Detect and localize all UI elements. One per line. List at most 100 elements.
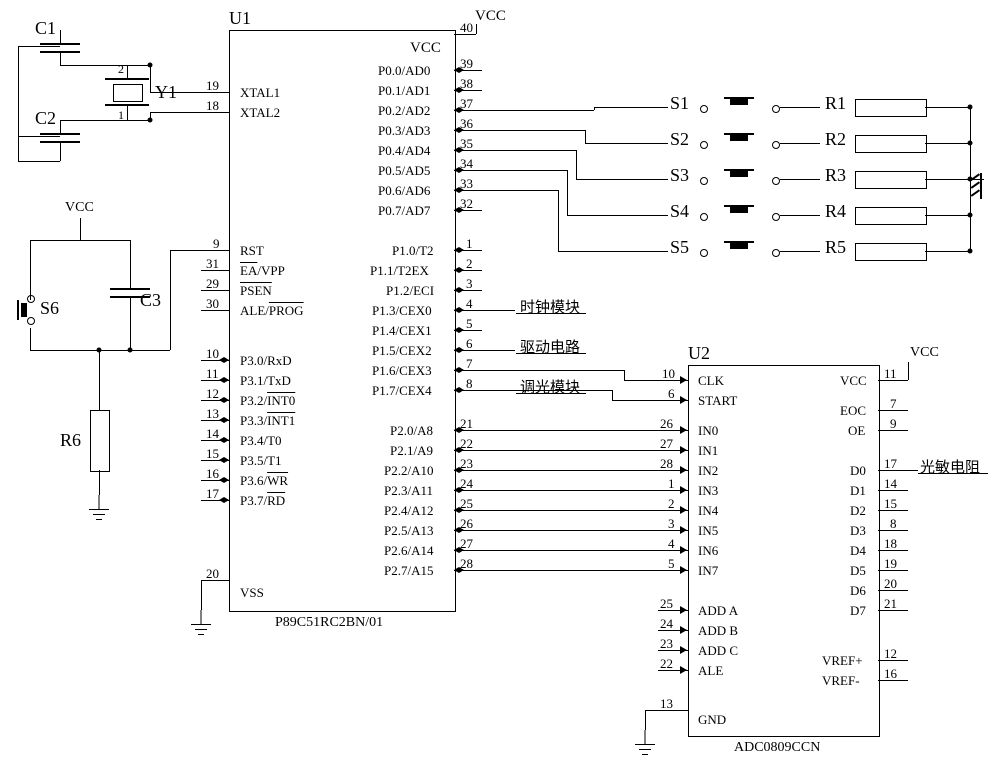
u1-pin31: 31: [206, 256, 219, 272]
vcc-u2: VCC: [910, 345, 939, 361]
u1-p0-7-num: 32: [460, 196, 473, 212]
u1-p0-6-lbl: P0.6/AD6: [378, 183, 430, 199]
resistor-r5: [855, 243, 927, 261]
u1-p2-2-lbl: P2.2/A10: [384, 463, 433, 479]
u1-p3-7-num: 17: [206, 486, 219, 502]
u2-d4-num: 18: [884, 536, 897, 552]
u1-p3-1-num: 11: [206, 366, 219, 382]
u2-ref: U2: [688, 343, 710, 364]
u2-part: ADC0809CCN: [734, 740, 820, 756]
u1-p1-6-lbl: P1.6/CEX3: [372, 363, 432, 379]
u2-start: START: [698, 393, 737, 409]
u1-pin19: 19: [206, 78, 219, 94]
c2-ref: C2: [35, 108, 56, 129]
u1-p3-0-lbl: P3.0/RxD: [240, 353, 292, 369]
u1-vss: VSS: [240, 585, 264, 601]
u1-p2-0-num: 21: [460, 416, 473, 432]
u1-pin20: 20: [206, 566, 219, 582]
u2-d3-lbl: D3: [850, 523, 866, 539]
u1-p2-4-num: 25: [460, 496, 473, 512]
u2-clk: CLK: [698, 373, 724, 389]
u1-p1-5-num: 6: [466, 336, 473, 352]
u2-eoc-lbl: EOC: [840, 403, 866, 419]
c3-ref: C3: [140, 290, 161, 311]
u1-p1-0-lbl: P1.0/T2: [392, 243, 434, 259]
crystal-y1: [105, 78, 149, 106]
u2-d3-num: 8: [890, 516, 897, 532]
u1-p2-1-num: 22: [460, 436, 473, 452]
u2-addc-lbl: ADD C: [698, 643, 738, 659]
u1-p1-7-lbl: P1.7/CEX4: [372, 383, 432, 399]
u2-in7-lbl: IN7: [698, 563, 718, 579]
u1-p2-6-num: 27: [460, 536, 473, 552]
resistor-r6: [90, 410, 110, 472]
u1-p2-7-lbl: P2.7/A15: [384, 563, 433, 579]
u2-in1-num: 27: [660, 436, 673, 452]
vcc-top: VCC: [475, 8, 506, 25]
u2-adda-lbl: ADD A: [698, 603, 738, 619]
u1-p1-2-lbl: P1.2/ECI: [386, 283, 434, 299]
u1-p3-5-lbl: P3.5/T1: [240, 453, 282, 469]
u1-xtal2: XTAL2: [240, 105, 280, 121]
u1-ref: U1: [229, 8, 251, 29]
u2-ale-num: 22: [660, 656, 673, 672]
u2-pin13: 13: [660, 696, 673, 712]
u2-vrefm-num: 16: [884, 666, 897, 682]
u1-p2-2-num: 23: [460, 456, 473, 472]
u1-p2-4-lbl: P2.4/A12: [384, 503, 433, 519]
u2-addc-num: 23: [660, 636, 673, 652]
u2-d2-num: 15: [884, 496, 897, 512]
u1-rst: RST: [240, 243, 264, 259]
u2-vrefp-lbl: VREF+: [822, 653, 863, 669]
r5-ref: R5: [825, 237, 846, 258]
u2-in5-lbl: IN5: [698, 523, 718, 539]
u1-p3-1-lbl: P3.1/TxD: [240, 373, 291, 389]
u1-p3-2-num: 12: [206, 386, 219, 402]
u2-in2-lbl: IN2: [698, 463, 718, 479]
resistor-r1: [855, 99, 927, 117]
s3-ref: S3: [670, 165, 689, 186]
s1-ref: S1: [670, 93, 689, 114]
u2-gnd: GND: [698, 712, 726, 728]
u1-p2-3-num: 24: [460, 476, 473, 492]
u2-d1-lbl: D1: [850, 483, 866, 499]
u2-d1-num: 14: [884, 476, 897, 492]
chassis-ground-icon: [962, 173, 982, 199]
y1-pin1: 1: [118, 108, 124, 123]
u2-d0-num: 17: [884, 456, 897, 472]
u1-p0-5-lbl: P0.5/AD5: [378, 163, 430, 179]
u2-in0-num: 26: [660, 416, 673, 432]
s5-ref: S5: [670, 237, 689, 258]
r6-ref: R6: [60, 430, 81, 451]
u2-in6-lbl: IN6: [698, 543, 718, 559]
u2-in0-lbl: IN0: [698, 423, 718, 439]
u2-vrefp-num: 12: [884, 646, 897, 662]
u1-p3-7-lbl: P3.7/RD: [240, 493, 285, 509]
u2-in7-num: 5: [668, 556, 675, 572]
u1-p0-7-lbl: P0.7/AD7: [378, 203, 430, 219]
u1-xtal1: XTAL1: [240, 85, 280, 101]
u1-p0-4-lbl: P0.4/AD4: [378, 143, 430, 159]
ground-icon: [191, 610, 211, 636]
u1-pin30: 30: [206, 296, 219, 312]
u2-d0-lbl: D0: [850, 463, 866, 479]
u2-d7-lbl: D7: [850, 603, 866, 619]
s6-ref: S6: [40, 298, 59, 319]
u1-p0-4-num: 35: [460, 136, 473, 152]
r1-ref: R1: [825, 93, 846, 114]
u1-p0-0-num: 39: [460, 56, 473, 72]
u1-p0-3-num: 36: [460, 116, 473, 132]
u2-d5-num: 19: [884, 556, 897, 572]
u1-p2-7-num: 28: [460, 556, 473, 572]
switch-s4: [700, 205, 780, 225]
u2-pin11: 11: [884, 366, 897, 382]
u1-p0-5-num: 34: [460, 156, 473, 172]
u2-pin9: 9: [890, 416, 897, 432]
u1-vcc-inside: VCC: [410, 40, 441, 57]
u1-p2-5-num: 26: [460, 516, 473, 532]
u2-in3-num: 1: [668, 476, 675, 492]
u1-p1-7-num: 8: [466, 376, 473, 392]
u1-psen: PSEN: [240, 283, 272, 299]
u1-p1-4-lbl: P1.4/CEX1: [372, 323, 432, 339]
ground-icon-3: [635, 730, 655, 756]
